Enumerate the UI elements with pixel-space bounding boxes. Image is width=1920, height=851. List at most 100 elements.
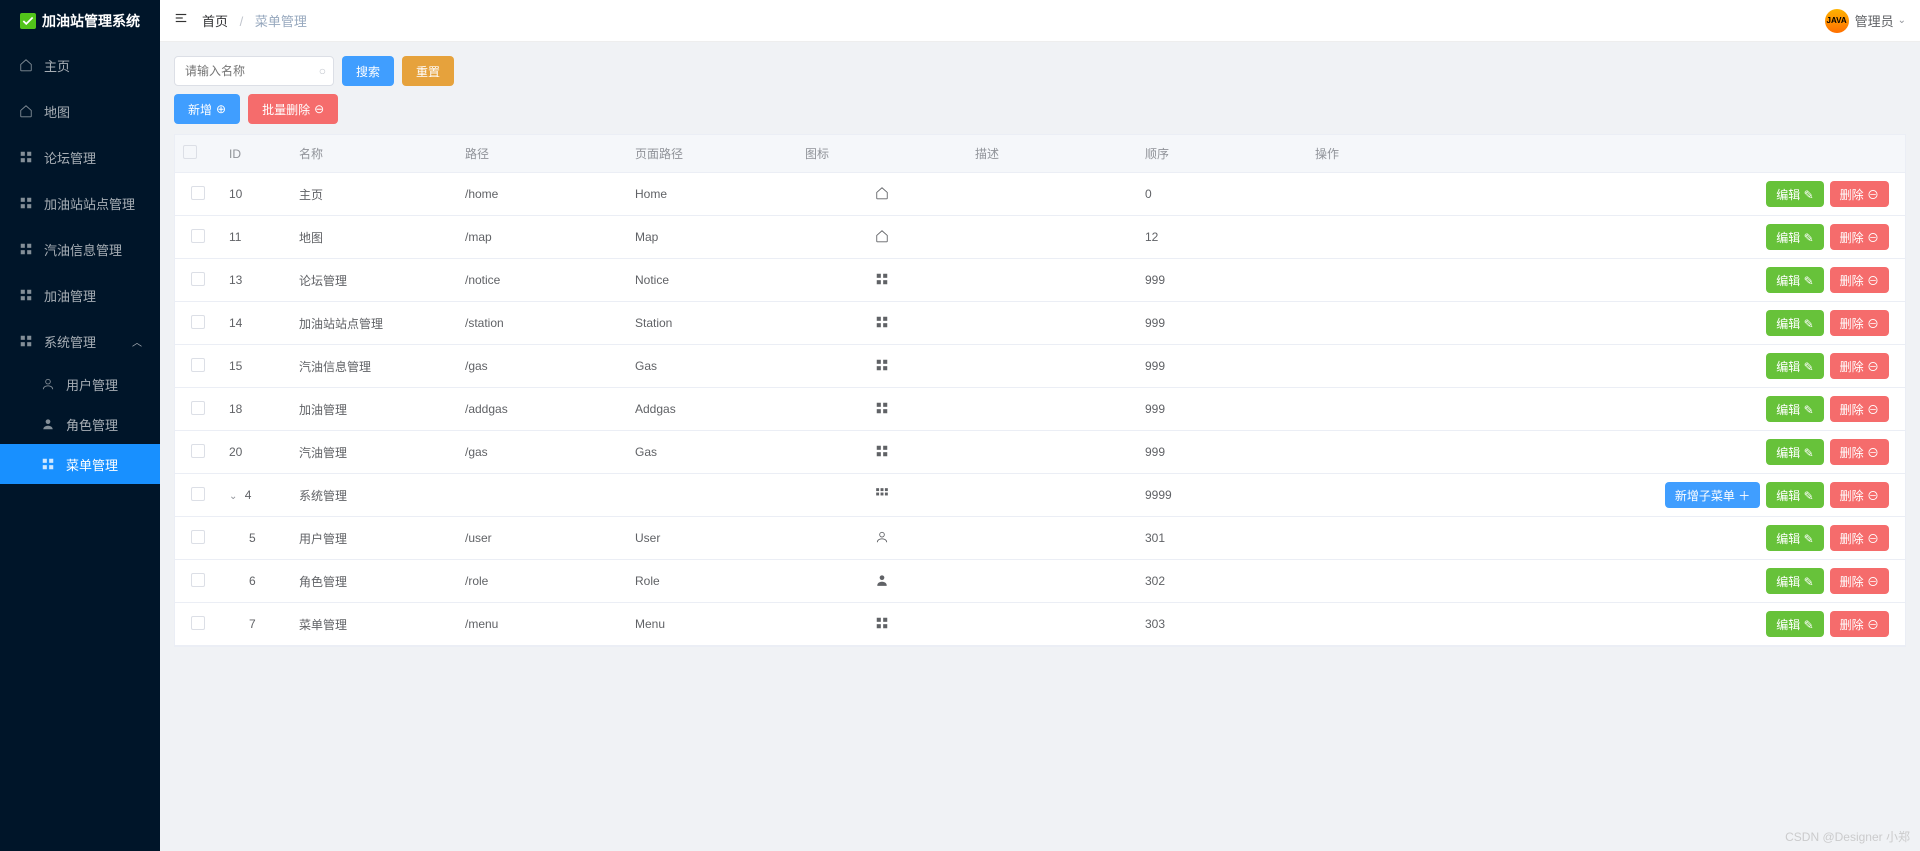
cell-page (627, 474, 797, 517)
delete-button[interactable]: 删除 ⊖ (1830, 611, 1889, 637)
table-row: 10 主页 /home Home 0 编辑 ✎删除 ⊖ (175, 173, 1905, 216)
cell-page: Gas (627, 431, 797, 474)
delete-button[interactable]: 删除 ⊖ (1830, 353, 1889, 379)
edit-button[interactable]: 编辑 ✎ (1766, 439, 1823, 465)
edit-button[interactable]: 编辑 ✎ (1766, 181, 1823, 207)
search-button[interactable]: 搜索 (342, 56, 394, 86)
row-ops: 编辑 ✎ 删除 ⊖ (1315, 224, 1897, 250)
cell-desc (967, 302, 1137, 345)
cell-id: 11 (221, 216, 291, 259)
sidebar-item-forum[interactable]: 论坛管理 (0, 134, 160, 180)
cell-order: 12 (1137, 216, 1307, 259)
row-checkbox[interactable] (191, 573, 205, 587)
sidebar-item-label: 主页 (44, 56, 70, 75)
row-checkbox[interactable] (191, 358, 205, 372)
grid-icon (875, 318, 889, 332)
add-button[interactable]: 新增 ⊕ (174, 94, 240, 124)
row-checkbox[interactable] (191, 444, 205, 458)
batch-delete-button[interactable]: 批量删除 ⊖ (248, 94, 338, 124)
row-ops: 编辑 ✎ 删除 ⊖ (1315, 568, 1897, 594)
grid-icon (40, 457, 56, 471)
sidebar-item-station[interactable]: 加油站站点管理 (0, 180, 160, 226)
edit-button[interactable]: 编辑 ✎ (1766, 482, 1823, 508)
delete-button[interactable]: 删除 ⊖ (1830, 310, 1889, 336)
cell-path: /role (457, 560, 627, 603)
col-op: 操作 (1307, 135, 1905, 173)
sidebar-subitem-menu[interactable]: 菜单管理 (0, 444, 160, 484)
cell-id: 13 (221, 259, 291, 302)
delete-button[interactable]: 删除 ⊖ (1830, 181, 1889, 207)
collapse-button[interactable] (174, 11, 188, 30)
table-row: 6 角色管理 /role Role 302 编辑 ✎删除 ⊖ (175, 560, 1905, 603)
cell-id: 10 (221, 173, 291, 216)
cell-desc (967, 474, 1137, 517)
delete-button[interactable]: 删除 ⊖ (1830, 439, 1889, 465)
delete-button[interactable]: 删除 ⊖ (1830, 224, 1889, 250)
row-checkbox[interactable] (191, 530, 205, 544)
cell-id: 7 (221, 603, 291, 646)
row-checkbox[interactable] (191, 487, 205, 501)
sidebar-item-addgas[interactable]: 加油管理 (0, 272, 160, 318)
delete-button[interactable]: 删除 ⊖ (1830, 482, 1889, 508)
cell-icon (797, 388, 967, 431)
table-row: 5 用户管理 /user User 301 编辑 ✎删除 ⊖ (175, 517, 1905, 560)
sidebar-item-map[interactable]: 地图 (0, 88, 160, 134)
user-dropdown[interactable]: JAVA 管理员 ⌄ (1825, 9, 1906, 33)
row-checkbox[interactable] (191, 272, 205, 286)
edit-button[interactable]: 编辑 ✎ (1766, 525, 1823, 551)
sidebar: 加油站管理系统 主页 地图 论坛管理 加油站站点管理 汽油信息管理 (0, 0, 160, 851)
row-checkbox[interactable] (191, 616, 205, 630)
table-row: 20 汽油管理 /gas Gas 999 编辑 ✎删除 ⊖ (175, 431, 1905, 474)
edit-button[interactable]: 编辑 ✎ (1766, 568, 1823, 594)
cell-page: Role (627, 560, 797, 603)
search-input[interactable] (174, 56, 334, 86)
row-ops: 新增子菜单 ＋编辑 ✎ 删除 ⊖ (1315, 482, 1897, 508)
cell-order: 302 (1137, 560, 1307, 603)
row-checkbox[interactable] (191, 229, 205, 243)
breadcrumb-home[interactable]: 首页 (202, 14, 228, 29)
delete-button[interactable]: 删除 ⊖ (1830, 396, 1889, 422)
cell-icon (797, 560, 967, 603)
table-row: 7 菜单管理 /menu Menu 303 编辑 ✎删除 ⊖ (175, 603, 1905, 646)
watermark: CSDN @Designer 小郑 (1785, 828, 1910, 845)
add-child-button[interactable]: 新增子菜单 ＋ (1665, 482, 1760, 508)
sidebar-subitem-user[interactable]: 用户管理 (0, 364, 160, 404)
row-checkbox[interactable] (191, 186, 205, 200)
reset-button[interactable]: 重置 (402, 56, 454, 86)
grid-icon (875, 447, 889, 461)
sidebar-item-system[interactable]: 系统管理 ︿ (0, 318, 160, 364)
sidebar-item-label: 汽油信息管理 (44, 240, 122, 259)
cell-name: 主页 (291, 173, 457, 216)
sidebar-item-gasinfo[interactable]: 汽油信息管理 (0, 226, 160, 272)
col-desc: 描述 (967, 135, 1137, 173)
expand-icon[interactable]: ⌄ (229, 491, 237, 502)
cell-name: 地图 (291, 216, 457, 259)
delete-button[interactable]: 删除 ⊖ (1830, 525, 1889, 551)
plus-icon: ⊕ (216, 102, 226, 116)
delete-button[interactable]: 删除 ⊖ (1830, 568, 1889, 594)
select-all-checkbox[interactable] (183, 145, 197, 159)
cell-name: 用户管理 (291, 517, 457, 560)
user-icon (40, 417, 56, 431)
row-ops: 编辑 ✎ 删除 ⊖ (1315, 439, 1897, 465)
home-icon (18, 58, 34, 72)
avatar: JAVA (1825, 9, 1849, 33)
edit-button[interactable]: 编辑 ✎ (1766, 353, 1823, 379)
cell-icon (797, 431, 967, 474)
edit-button[interactable]: 编辑 ✎ (1766, 396, 1823, 422)
table-row: 11 地图 /map Map 12 编辑 ✎删除 ⊖ (175, 216, 1905, 259)
row-ops: 编辑 ✎ 删除 ⊖ (1315, 310, 1897, 336)
edit-button[interactable]: 编辑 ✎ (1766, 224, 1823, 250)
sidebar-item-home[interactable]: 主页 (0, 42, 160, 88)
edit-button[interactable]: 编辑 ✎ (1766, 310, 1823, 336)
edit-button[interactable]: 编辑 ✎ (1766, 611, 1823, 637)
edit-button[interactable]: 编辑 ✎ (1766, 267, 1823, 293)
cell-id: ⌄ 4 (221, 474, 291, 517)
row-checkbox[interactable] (191, 315, 205, 329)
cell-page: Notice (627, 259, 797, 302)
row-checkbox[interactable] (191, 401, 205, 415)
minus-icon: ⊖ (314, 102, 324, 116)
cell-path: /map (457, 216, 627, 259)
sidebar-subitem-role[interactable]: 角色管理 (0, 404, 160, 444)
delete-button[interactable]: 删除 ⊖ (1830, 267, 1889, 293)
